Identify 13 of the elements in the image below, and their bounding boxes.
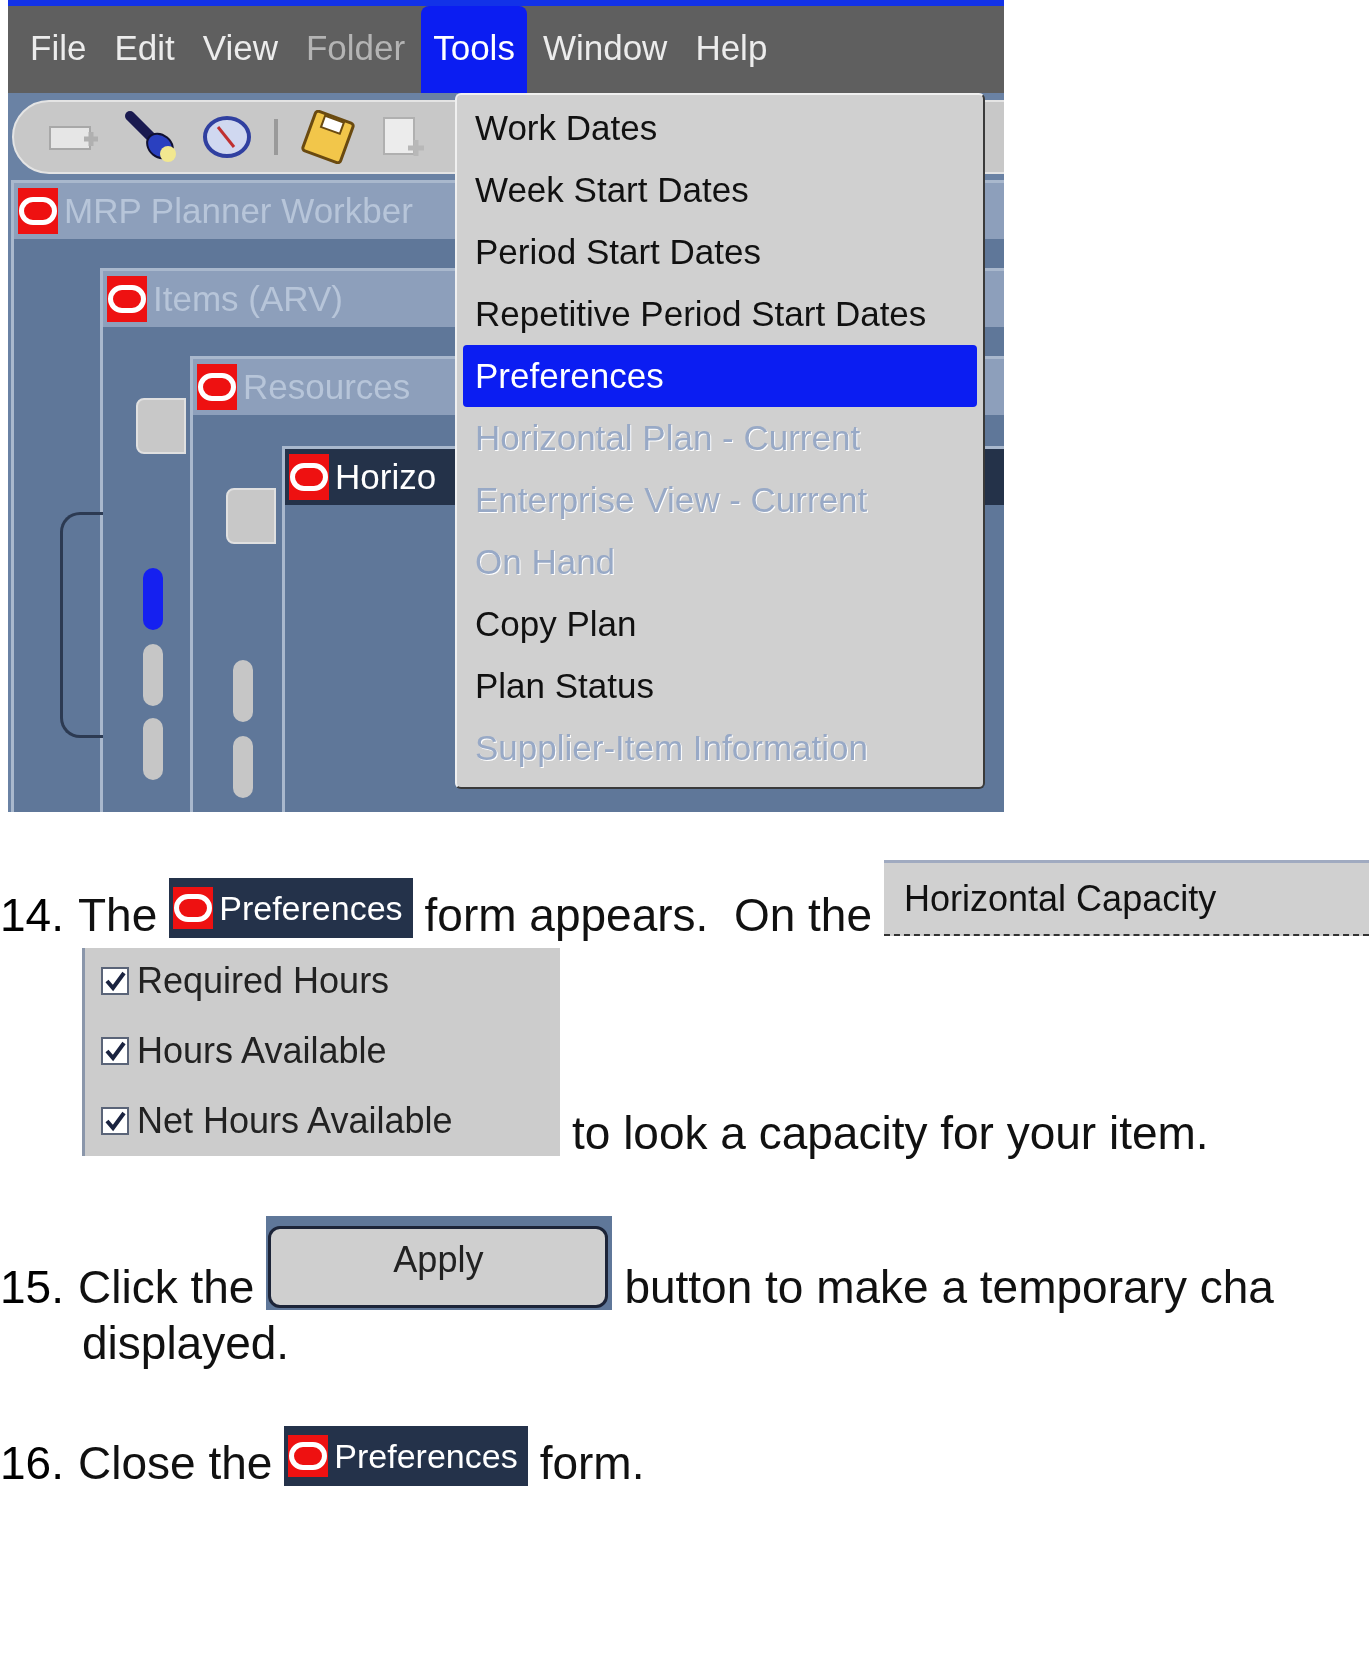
checkbox-label: Hours Available — [137, 1030, 387, 1072]
step-number: 16. — [0, 1440, 65, 1486]
step-number: 15. — [0, 1264, 65, 1310]
form-title: Preferences — [219, 888, 403, 928]
instruction-text: form. — [539, 1440, 645, 1486]
checkbox-label: Net Hours Available — [137, 1100, 453, 1142]
instruction-text: The — [78, 892, 158, 938]
instruction-text: Click the — [78, 1264, 255, 1310]
checkbox-label: Required Hours — [137, 960, 390, 1002]
step-number: 14. — [0, 892, 65, 938]
form-title: Preferences — [334, 1436, 518, 1476]
instruction-text: Close the — [78, 1440, 273, 1486]
window-title: Horizo — [335, 457, 437, 497]
